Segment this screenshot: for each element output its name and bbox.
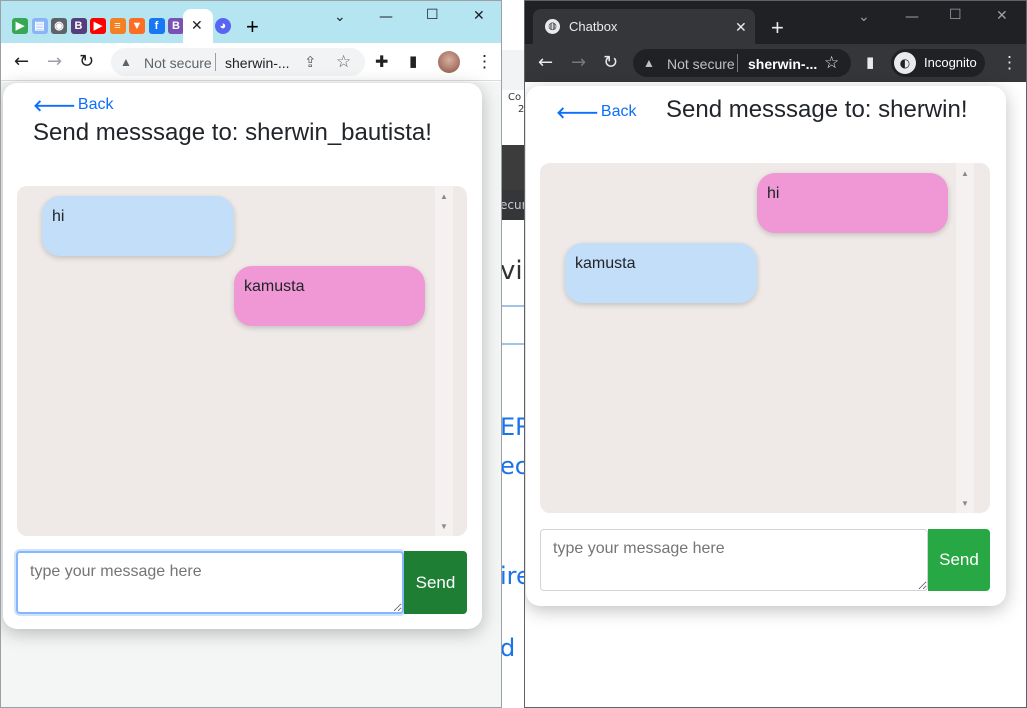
tab-chatbox[interactable]: ◍ Chatbox ✕ (533, 9, 755, 44)
browser-menu-icon[interactable]: ⋮ (476, 52, 493, 72)
background-window: Co 2 ecur vir ER ec ire d (500, 0, 526, 708)
url-text[interactable]: sherwin-... (225, 55, 290, 71)
scroll-down-icon[interactable]: ▼ (440, 522, 448, 531)
back-link-label: Back (77, 96, 114, 113)
omnibox-divider (215, 53, 216, 71)
bg-fragment: d (500, 634, 516, 662)
back-nav-icon[interactable]: ← (538, 53, 553, 73)
minimize-button[interactable]: — (379, 9, 393, 25)
maximize-button[interactable]: ☐ (949, 7, 962, 23)
meet-icon[interactable]: ▶ (12, 18, 28, 34)
bootstrap-icon[interactable]: B (70, 18, 87, 34)
not-secure-label: Not secure (667, 56, 735, 72)
arrow-left-icon: 🡐 (33, 96, 76, 115)
globe-icon: ◍ (545, 19, 560, 34)
omnibox-divider (737, 54, 738, 72)
extensions-icon[interactable]: ✚ (375, 52, 388, 71)
chat-title: Send messsage to: sherwin_bautista! (33, 119, 432, 146)
bootstrap-icon[interactable]: B (168, 18, 184, 34)
message-bubble-received: kamusta (565, 243, 757, 303)
scroll-up-icon[interactable]: ▲ (961, 169, 969, 178)
forward-nav-icon[interactable]: → (571, 53, 586, 73)
close-tab-icon[interactable]: ✕ (191, 17, 203, 34)
scroll-down-icon[interactable]: ▼ (961, 499, 969, 508)
bg-fragment: ire (500, 562, 526, 590)
discord-icon[interactable]: ◕ (215, 18, 231, 34)
docs-icon[interactable]: ▤ (31, 18, 48, 34)
cat-icon[interactable]: ◉ (51, 18, 67, 34)
close-window-button[interactable]: ✕ (996, 8, 1008, 24)
chat-title: Send messsage to: sherwin! (666, 96, 968, 123)
side-panel-icon[interactable]: ▮ (409, 52, 417, 70)
back-link-label: Back (600, 103, 637, 120)
chat-card: 🡐 Back Send messsage to: sherwin! ▲ ▼ hi… (526, 86, 1006, 606)
youtube-icon[interactable]: ▶ (90, 18, 106, 34)
back-nav-icon[interactable]: ← (14, 52, 29, 72)
close-tab-icon[interactable]: ✕ (735, 19, 747, 36)
bg-fragment: ER (500, 413, 526, 441)
message-bubble-received: hi (42, 196, 234, 256)
scrollbar[interactable] (956, 163, 974, 513)
send-button[interactable]: Send (404, 551, 467, 614)
maximize-button[interactable]: ☐ (426, 7, 439, 23)
new-tab-button[interactable]: + (246, 16, 259, 38)
browser-window-right: ◍ Chatbox ✕ + ⌄ — ☐ ✕ ← → ↻ ▲ Not secure… (524, 0, 1027, 708)
tab-search-chevron-icon[interactable]: ⌄ (334, 9, 346, 25)
reload-icon[interactable]: ↻ (79, 52, 94, 72)
incognito-indicator[interactable]: ◐ Incognito (891, 49, 985, 77)
incognito-label: Incognito (924, 55, 977, 70)
stackoverflow-icon[interactable]: ≡ (109, 18, 126, 34)
facebook-icon[interactable]: f (148, 18, 165, 34)
incognito-icon: ◐ (894, 52, 916, 74)
bookmark-star-icon[interactable]: ☆ (336, 52, 351, 72)
bg-fragment: ec (500, 452, 526, 480)
tab-search-chevron-icon[interactable]: ⌄ (858, 9, 870, 25)
tab-title: Chatbox (569, 19, 618, 34)
gitlab-icon[interactable]: ▼ (129, 18, 145, 34)
chat-card: 🡐 Back Send messsage to: sherwin_bautist… (3, 83, 482, 629)
avatar[interactable] (438, 51, 460, 73)
message-bubble-sent: hi (757, 173, 948, 233)
bg-fragment: vir (500, 256, 526, 286)
warning-icon[interactable]: ▲ (120, 55, 132, 69)
browser-window-left: ▶ ▤ ◉ B ▶ ≡ ▼ f B ✕ ◕ + ⌄ — ☐ ✕ ← → ↻ ▲ Not secu… (0, 0, 502, 708)
browser-menu-icon[interactable]: ⋮ (1001, 53, 1018, 73)
not-secure-label: Not secure (144, 55, 212, 71)
back-link[interactable]: 🡐 Back (556, 102, 636, 122)
bg-fragment: Co (508, 92, 522, 103)
close-window-button[interactable]: ✕ (473, 8, 485, 24)
message-area[interactable]: ▲ ▼ hi kamusta (17, 186, 467, 536)
reload-icon[interactable]: ↻ (603, 53, 618, 73)
message-input[interactable] (540, 529, 928, 591)
active-tab[interactable]: ✕ (183, 9, 213, 43)
url-text[interactable]: sherwin-... (748, 56, 817, 72)
minimize-button[interactable]: — (905, 9, 919, 25)
share-icon[interactable]: ⇪ (304, 53, 317, 71)
back-link[interactable]: 🡐 Back (33, 95, 113, 115)
arrow-left-icon: 🡐 (556, 103, 599, 122)
message-bubble-sent: kamusta (234, 266, 425, 326)
bg-fragment: ecur (500, 198, 526, 212)
scroll-up-icon[interactable]: ▲ (440, 192, 448, 201)
scrollbar[interactable] (435, 186, 453, 536)
send-button[interactable]: Send (928, 529, 990, 591)
warning-icon[interactable]: ▲ (643, 56, 655, 70)
forward-nav-icon[interactable]: → (47, 52, 62, 72)
new-tab-button[interactable]: + (771, 17, 784, 39)
message-input[interactable] (16, 551, 404, 614)
side-panel-icon[interactable]: ▮ (866, 53, 874, 71)
address-bar[interactable] (633, 49, 851, 77)
bookmark-star-icon[interactable]: ☆ (824, 53, 839, 73)
message-area[interactable]: ▲ ▼ hi kamusta (540, 163, 990, 513)
